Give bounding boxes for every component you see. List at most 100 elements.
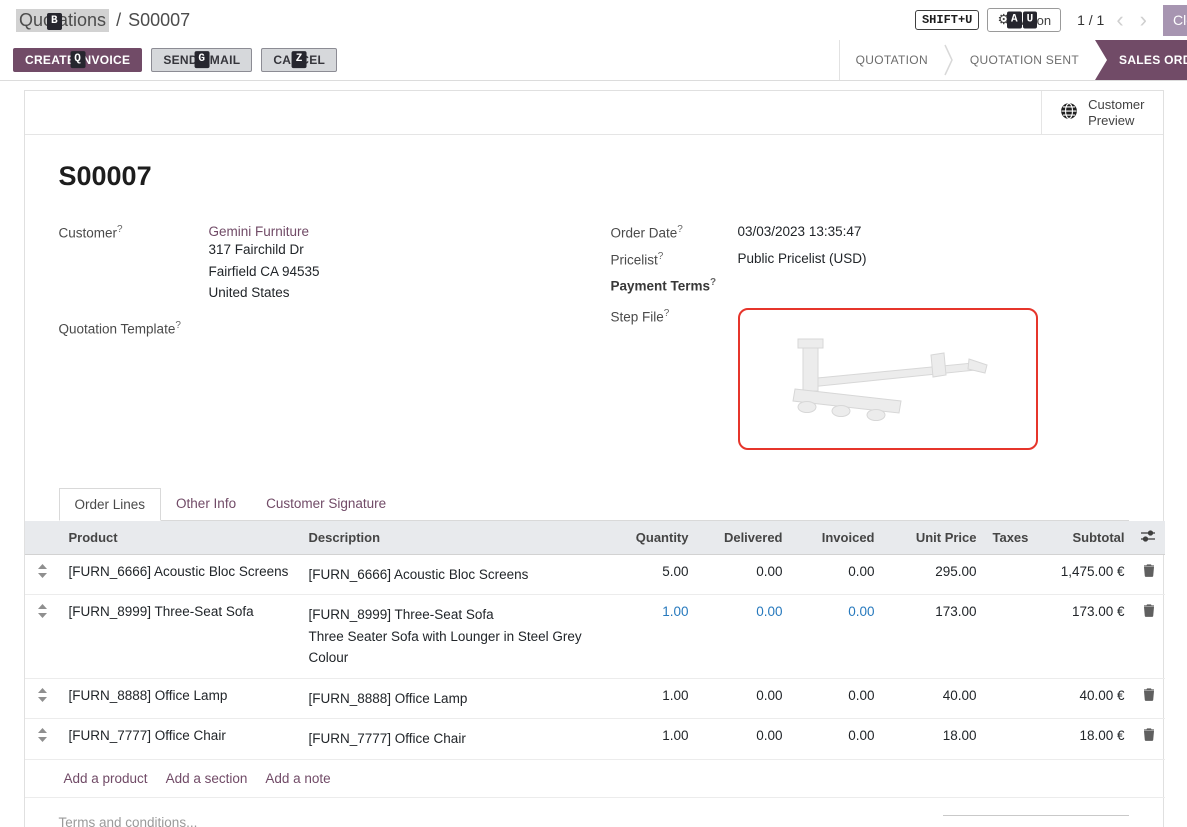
taxes-cell[interactable] (985, 678, 1029, 719)
close-button[interactable]: Close (1163, 5, 1187, 36)
product-cell[interactable]: [FURN_8999] Three-Seat Sofa (61, 595, 301, 679)
help-icon: ? (658, 251, 664, 262)
pager-value: 1 / 1 (1077, 12, 1104, 28)
table-row: [FURN_8999] Three-Seat Sofa [FURN_8999] … (25, 595, 1165, 679)
unit-price-cell[interactable]: 173.00 (883, 595, 985, 679)
invoiced-cell[interactable]: 0.00 (791, 678, 883, 719)
create-invoice-button[interactable]: CREATE INVOICE Q (13, 48, 142, 72)
customer-link[interactable]: Gemini Furniture (209, 224, 310, 239)
description-cell[interactable]: [FURN_8888] Office Lamp (301, 678, 607, 719)
add-a-section-link[interactable]: Add a section (166, 771, 248, 786)
col-header-quantity: Quantity (607, 521, 697, 555)
action-menu-label: A U Action (1015, 13, 1051, 28)
statusbar-step-sales-order-active[interactable]: SALES ORDER (1095, 40, 1187, 80)
quantity-cell[interactable]: 5.00 (607, 554, 697, 595)
description-cell[interactable]: [FURN_6666] Acoustic Bloc Screens (301, 554, 607, 595)
delivered-cell[interactable]: 0.00 (697, 595, 791, 679)
invoiced-cell[interactable]: 0.00 (791, 719, 883, 760)
drag-handle-icon[interactable] (38, 604, 47, 621)
breadcrumb: Quotations B / S00007 (16, 9, 190, 32)
subtotal-cell: 1,475.00 € (1029, 554, 1133, 595)
tab-other-info[interactable]: Other Info (161, 488, 251, 520)
handle-column-header (25, 521, 61, 555)
customer-field-row: Customer? Gemini Furniture 317 Fairchild… (59, 224, 594, 304)
invoiced-cell[interactable]: 0.00 (791, 595, 883, 679)
delete-row-icon[interactable] (1143, 688, 1155, 704)
drag-handle-icon[interactable] (38, 564, 47, 581)
send-email-button[interactable]: SEND EMAIL G (151, 48, 252, 72)
table-header-row: Product Description Quantity Delivered I… (25, 521, 1165, 555)
quantity-cell[interactable]: 1.00 (607, 678, 697, 719)
order-date-field-label: Order Date? (611, 224, 738, 241)
pager-previous-icon[interactable]: ‹ (1112, 10, 1127, 30)
pager-next-icon[interactable]: › (1136, 10, 1151, 30)
content-area: Customer Preview S00007 Customer? (0, 81, 1187, 827)
taxes-cell[interactable] (985, 595, 1029, 679)
cancel-button[interactable]: CANCEL Z (261, 48, 337, 72)
customer-field-label: Customer? (59, 224, 209, 304)
payment-terms-field-label: Payment Terms? (611, 277, 738, 294)
record-title: S00007 (59, 161, 1129, 192)
taxes-cell[interactable] (985, 719, 1029, 760)
step-file-image[interactable] (738, 308, 1038, 450)
kbd-hints-action: A U (1007, 12, 1037, 29)
invoiced-cell[interactable]: 0.00 (791, 554, 883, 595)
kbd-hint-send-email: G (194, 51, 209, 68)
order-date-field-row: Order Date? 03/03/2023 13:35:47 (611, 224, 1129, 241)
product-cell[interactable]: [FURN_8888] Office Lamp (61, 678, 301, 719)
kbd-hint-cancel: Z (292, 51, 307, 68)
optional-columns-icon[interactable] (1141, 530, 1155, 545)
control-panel-top: Quotations B / S00007 SHIFT+U ⚙ A U Acti… (0, 0, 1187, 40)
product-cell[interactable]: [FURN_6666] Acoustic Bloc Screens (61, 554, 301, 595)
delivered-cell[interactable]: 0.00 (697, 554, 791, 595)
delete-row-icon[interactable] (1143, 728, 1155, 744)
breadcrumb-parent-label: Quotations (19, 10, 106, 30)
delivered-cell[interactable]: 0.00 (697, 719, 791, 760)
field-column-right: Order Date? 03/03/2023 13:35:47 Pricelis… (594, 224, 1129, 460)
tab-order-lines[interactable]: Order Lines (59, 488, 162, 521)
unit-price-cell[interactable]: 295.00 (883, 554, 985, 595)
field-grid: Customer? Gemini Furniture 317 Fairchild… (59, 224, 1129, 460)
control-panel-bottom: CREATE INVOICE Q SEND EMAIL G CANCEL Z Q… (0, 40, 1187, 81)
pricelist-field-label: Pricelist? (611, 251, 738, 268)
kbd-hint-save: SHIFT+U (915, 10, 979, 30)
delete-row-icon[interactable] (1143, 604, 1155, 620)
subtotal-cell: 173.00 € (1029, 595, 1133, 679)
unit-price-cell[interactable]: 40.00 (883, 678, 985, 719)
tab-customer-signature[interactable]: Customer Signature (251, 488, 401, 520)
globe-icon (1060, 102, 1078, 123)
control-panel-top-right: SHIFT+U ⚙ A U Action 1 / 1 ‹ › Close (915, 5, 1187, 36)
statusbar-separator-icon (944, 40, 954, 80)
drag-handle-icon[interactable] (38, 728, 47, 745)
delete-row-icon[interactable] (1143, 564, 1155, 580)
kbd-hint-action-u: U (1023, 12, 1038, 29)
quantity-cell[interactable]: 1.00 (607, 719, 697, 760)
description-cell[interactable]: [FURN_8999] Three-Seat Sofa Three Seater… (301, 595, 607, 679)
col-header-product: Product (61, 521, 301, 555)
order-date-field-value[interactable]: 03/03/2023 13:35:47 (738, 224, 862, 241)
drag-handle-icon[interactable] (38, 688, 47, 705)
product-cell[interactable]: [FURN_7777] Office Chair (61, 719, 301, 760)
statusbar-step-quotation-sent[interactable]: QUOTATION SENT (954, 40, 1095, 80)
delivered-cell[interactable]: 0.00 (697, 678, 791, 719)
pricelist-field-value[interactable]: Public Pricelist (USD) (738, 251, 867, 268)
table-row: [FURN_7777] Office Chair [FURN_7777] Off… (25, 719, 1165, 760)
description-cell[interactable]: [FURN_7777] Office Chair (301, 719, 607, 760)
taxes-cell[interactable] (985, 554, 1029, 595)
table-row: [FURN_6666] Acoustic Bloc Screens [FURN_… (25, 554, 1165, 595)
unit-price-cell[interactable]: 18.00 (883, 719, 985, 760)
action-menu-button[interactable]: ⚙ A U Action (987, 8, 1061, 32)
help-icon: ? (710, 277, 716, 288)
terms-and-conditions-input[interactable]: Terms and conditions... (59, 815, 198, 827)
form-sheet: Customer Preview S00007 Customer? (24, 90, 1164, 827)
statusbar: QUOTATION QUOTATION SENT SALES ORDER (839, 40, 1187, 80)
quantity-cell[interactable]: 1.00 (607, 595, 697, 679)
field-column-left: Customer? Gemini Furniture 317 Fairchild… (59, 224, 594, 460)
customer-preview-label: Customer Preview (1088, 97, 1144, 128)
statusbar-step-quotation[interactable]: QUOTATION (840, 40, 944, 80)
add-a-note-link[interactable]: Add a note (265, 771, 330, 786)
customer-field-value: Gemini Furniture 317 Fairchild Dr Fairfi… (209, 224, 320, 304)
customer-preview-button[interactable]: Customer Preview (1041, 91, 1162, 134)
breadcrumb-parent[interactable]: Quotations B (16, 9, 109, 32)
add-a-product-link[interactable]: Add a product (64, 771, 148, 786)
